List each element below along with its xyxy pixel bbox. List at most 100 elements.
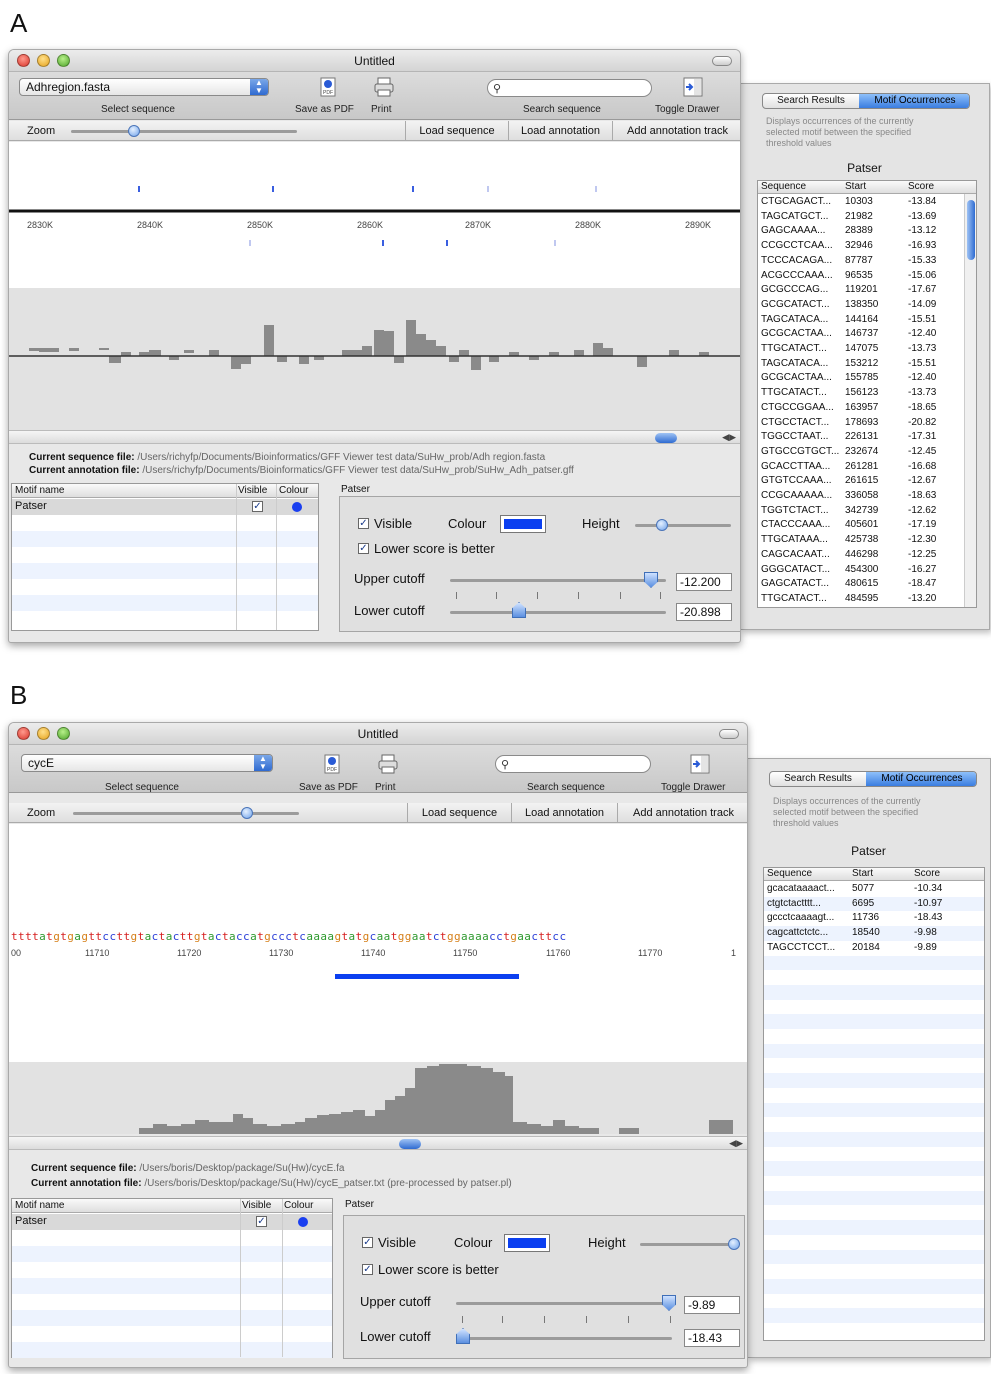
colour-well[interactable] — [500, 515, 546, 533]
horizontal-scrollbar[interactable]: ◀▶ — [9, 1136, 747, 1150]
sequence-select[interactable]: Adhregion.fasta ▲ ▼ — [19, 78, 269, 96]
load-sequence-button[interactable]: Load sequence — [407, 803, 511, 823]
minimize-button[interactable] — [37, 727, 50, 740]
zoom-slider[interactable] — [73, 812, 299, 815]
col-start[interactable]: Start — [845, 181, 866, 192]
occurrence-row[interactable]: TAGCATACA... 153212 -15.51 — [758, 357, 976, 372]
visible-checkbox[interactable]: ✓ — [358, 518, 369, 529]
motif-row-name[interactable]: Patser — [15, 500, 47, 512]
colour-well[interactable] — [504, 1234, 550, 1252]
occurrence-row[interactable]: TCCCACAGA... 87787 -15.33 — [758, 254, 976, 269]
scroll-arrows-icon[interactable]: ◀▶ — [722, 432, 736, 443]
load-sequence-button[interactable]: Load sequence — [405, 121, 508, 141]
toolbar-toggle-button[interactable] — [719, 729, 739, 739]
add-annotation-track-button[interactable]: Add annotation track — [612, 121, 740, 141]
col-motif-name[interactable]: Motif name — [15, 485, 64, 496]
tab-motif-occurrences[interactable]: Motif Occurrences — [866, 772, 976, 786]
occurrence-row[interactable]: GTGCCGTGCT... 232674 -12.45 — [758, 445, 976, 460]
upper-cutoff-field[interactable]: -12.200 — [676, 573, 732, 591]
scroll-arrows-icon[interactable]: ◀▶ — [729, 1138, 743, 1149]
occurrence-row[interactable]: CCGCCTCAA... 32946 -16.93 — [758, 239, 976, 254]
load-annotation-button[interactable]: Load annotation — [508, 121, 612, 141]
upper-cutoff-slider[interactable] — [456, 1302, 672, 1305]
add-annotation-track-button[interactable]: Add annotation track — [617, 803, 747, 823]
height-slider-knob[interactable] — [656, 519, 668, 531]
col-visible[interactable]: Visible — [242, 1200, 271, 1211]
lower-cutoff-knob[interactable] — [456, 1328, 470, 1344]
occurrence-row[interactable]: TAGCATGCT... 21982 -13.69 — [758, 210, 976, 225]
occurrence-row[interactable]: TGGCCTAAT... 226131 -17.31 — [758, 430, 976, 445]
occurrence-row[interactable]: TGGTCTACT... 342739 -12.62 — [758, 504, 976, 519]
occurrence-row[interactable]: TTGCATACT... 147075 -13.73 — [758, 342, 976, 357]
motif-visible-checkbox[interactable]: ✓ — [256, 1216, 267, 1227]
zoom-button[interactable] — [57, 54, 70, 67]
zoom-slider-knob[interactable] — [241, 807, 254, 819]
lower-cutoff-slider[interactable] — [450, 611, 666, 614]
upper-cutoff-slider[interactable] — [450, 579, 666, 582]
occurrence-row[interactable]: cagcattctctc... 18540 -9.98 — [764, 926, 984, 941]
lower-cutoff-field[interactable]: -20.898 — [676, 603, 732, 621]
scroll-thumb[interactable] — [399, 1139, 421, 1149]
motif-colour-dot[interactable] — [292, 502, 302, 512]
scroll-thumb[interactable] — [655, 433, 677, 443]
occurrence-row[interactable]: TAGCCTCCT... 20184 -9.89 — [764, 941, 984, 956]
occurrence-row[interactable]: GCGCATACT... 138350 -14.09 — [758, 298, 976, 313]
occurrence-row[interactable]: CCGCAAAAA... 336058 -18.63 — [758, 489, 976, 504]
col-start[interactable]: Start — [852, 868, 873, 879]
lower-cutoff-knob[interactable] — [512, 602, 526, 618]
sequence-view[interactable]: ttttatgtgagttccttgtactacttgtactaccatgccc… — [9, 824, 747, 1062]
occurrence-row[interactable]: CTGCCTACT... 178693 -20.82 — [758, 416, 976, 431]
occurrence-row[interactable]: gcacataaaact... 5077 -10.34 — [764, 882, 984, 897]
printer-icon[interactable] — [373, 76, 395, 98]
occurrence-row[interactable]: TTGCATAAA... 425738 -12.30 — [758, 533, 976, 548]
motif-visible-checkbox[interactable]: ✓ — [252, 501, 263, 512]
height-slider-knob[interactable] — [728, 1238, 740, 1250]
upper-cutoff-knob[interactable] — [662, 1295, 676, 1311]
zoom-slider-knob[interactable] — [128, 125, 141, 137]
motif-row-name[interactable]: Patser — [15, 1215, 47, 1227]
upper-cutoff-knob[interactable] — [644, 572, 658, 588]
sequence-view[interactable]: 2830K 2840K 2850K 2860K 2870K 2880K 2890… — [9, 142, 740, 288]
toggle-drawer-icon[interactable] — [682, 76, 704, 98]
tab-search-results[interactable]: Search Results — [770, 772, 866, 786]
occurrence-row[interactable]: ACGCCCAAA... 96535 -15.06 — [758, 269, 976, 284]
load-annotation-button[interactable]: Load annotation — [511, 803, 617, 823]
col-colour[interactable]: Colour — [279, 485, 308, 496]
col-visible[interactable]: Visible — [238, 485, 267, 496]
occurrence-row[interactable]: GCGCACTAA... 146737 -12.40 — [758, 327, 976, 342]
occurrence-row[interactable]: TAGCATACA... 144164 -15.51 — [758, 313, 976, 328]
occurrence-row[interactable]: CTGCCGGAA... 163957 -18.65 — [758, 401, 976, 416]
close-button[interactable] — [17, 54, 30, 67]
toolbar-toggle-button[interactable] — [712, 56, 732, 66]
occurrence-row[interactable]: gccctcaaaagt... 11736 -18.43 — [764, 911, 984, 926]
occurrence-row[interactable]: GAGCATACT... 480615 -18.47 — [758, 577, 976, 592]
pdf-icon[interactable]: PDF — [317, 76, 339, 98]
occurrence-row[interactable]: CAGCACAAT... 446298 -12.25 — [758, 548, 976, 563]
col-score[interactable]: Score — [914, 868, 940, 879]
motif-colour-dot[interactable] — [298, 1217, 308, 1227]
col-colour[interactable]: Colour — [284, 1200, 313, 1211]
col-motif-name[interactable]: Motif name — [15, 1200, 64, 1211]
lower-cutoff-slider[interactable] — [456, 1337, 672, 1340]
occurrence-row[interactable]: GGGCATACT... 454300 -16.27 — [758, 563, 976, 578]
occurrence-row[interactable]: TTGCATACT... 484595 -13.20 — [758, 592, 976, 607]
col-sequence[interactable]: Sequence — [761, 181, 806, 192]
sequence-select[interactable]: cycE ▲ ▼ — [21, 754, 273, 772]
occurrence-row[interactable]: GAGCAAAA... 28389 -13.12 — [758, 224, 976, 239]
tab-search-results[interactable]: Search Results — [763, 94, 859, 108]
lower-better-checkbox[interactable]: ✓ — [362, 1264, 373, 1275]
col-sequence[interactable]: Sequence — [767, 868, 812, 879]
horizontal-scrollbar[interactable]: ◀▶ — [9, 430, 740, 444]
occurrence-row[interactable]: TTGCATACT... 156123 -13.73 — [758, 386, 976, 401]
occurrence-row[interactable]: GCGCCCAG... 119201 -17.67 — [758, 283, 976, 298]
lower-better-checkbox[interactable]: ✓ — [358, 543, 369, 554]
occurrence-row[interactable]: ctgtctactttt... 6695 -10.97 — [764, 896, 984, 912]
occurrence-row[interactable]: GCGCACTAA... 155785 -12.40 — [758, 371, 976, 386]
tab-motif-occurrences[interactable]: Motif Occurrences — [859, 94, 969, 108]
zoom-slider[interactable] — [71, 130, 297, 133]
occurrence-row[interactable]: CTACCCAAA... 405601 -17.19 — [758, 518, 976, 533]
occurrence-row[interactable]: GTGTCCAAA... 261615 -12.67 — [758, 474, 976, 489]
lower-cutoff-field[interactable]: -18.43 — [684, 1329, 740, 1347]
height-slider[interactable] — [640, 1243, 736, 1246]
col-score[interactable]: Score — [908, 181, 934, 192]
